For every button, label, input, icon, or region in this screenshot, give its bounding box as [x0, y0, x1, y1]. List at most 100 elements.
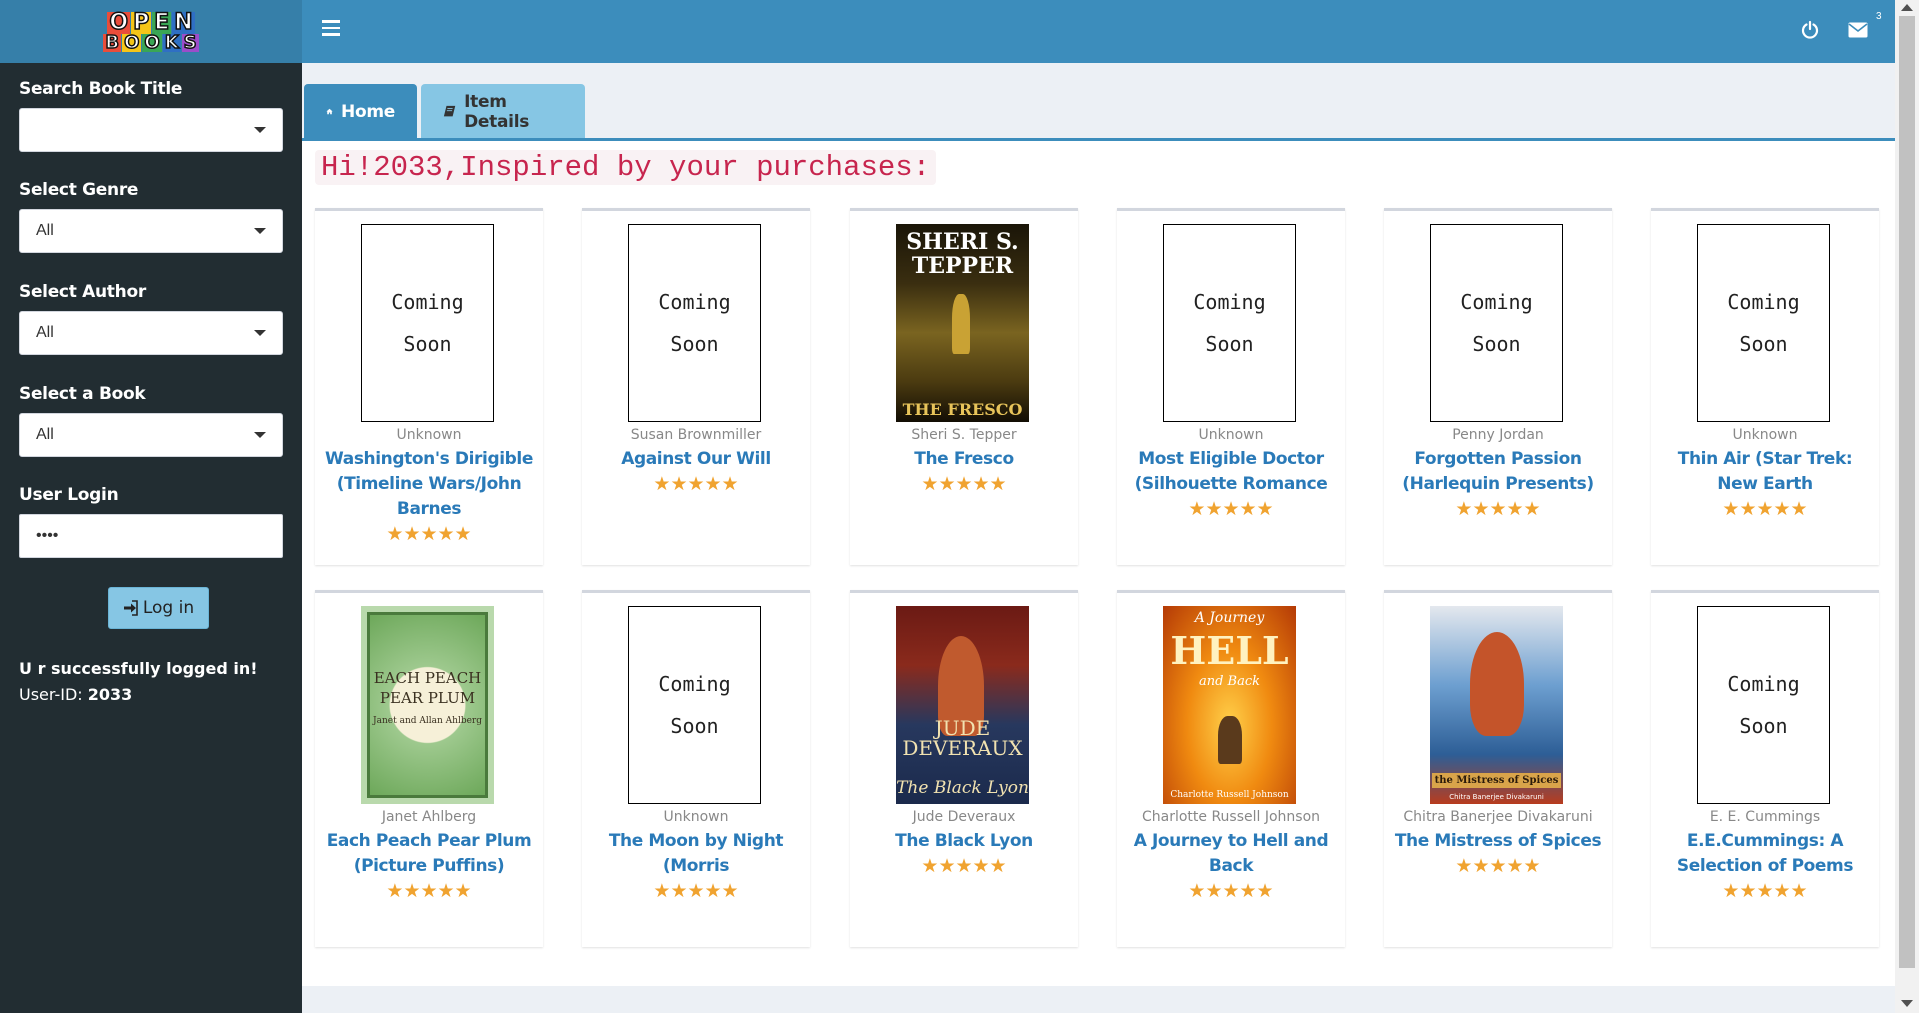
tab-bar: Home Item Details [304, 84, 585, 139]
cover-text: SHERI S. [906, 229, 1019, 255]
star-rating: ★★★★★ [1188, 880, 1274, 902]
book-author: Charlotte Russell Johnson [1141, 809, 1321, 825]
logo-bar: O P E N B O O K S [0, 0, 302, 63]
hamburger-icon[interactable] [322, 20, 340, 36]
logo-letter: O [122, 31, 142, 53]
book-title-link[interactable]: Against Our Will ★★★★★ [590, 447, 802, 497]
logo-letter: K [162, 31, 181, 53]
power-icon[interactable] [1800, 20, 1820, 40]
book-author: Unknown [1732, 427, 1798, 443]
home-icon [326, 108, 333, 115]
user-login-input[interactable] [19, 514, 283, 558]
search-book-title-select[interactable] [19, 108, 283, 152]
coming-soon-line: Soon [670, 332, 719, 356]
book-title-link[interactable]: The Mistress of Spices ★★★★★ [1392, 829, 1604, 879]
book-title-link[interactable]: Thin Air (Star Trek: New Earth ★★★★★ [1659, 447, 1871, 522]
select-book-label: Select a Book [19, 384, 146, 404]
book-card[interactable]: Coming Soon Unknown The Moon by Night (M… [582, 590, 810, 947]
book-title-link[interactable]: E.E.Cummings: A Selection of Poems ★★★★★ [1659, 829, 1871, 904]
coming-soon-cover: Coming Soon [628, 224, 761, 422]
book-title: The Moon by Night (Morris [608, 831, 784, 876]
logo-letter: P [131, 9, 152, 35]
logo-letter: N [172, 9, 195, 35]
book-title-link[interactable]: Each Peach Pear Plum (Picture Puffins) ★★… [323, 829, 535, 904]
select-author-value: All [36, 324, 54, 341]
scroll-up-arrow-icon[interactable] [1901, 4, 1913, 11]
book-author: E. E. Cummings [1709, 809, 1821, 825]
book-title: Each Peach Pear Plum (Picture Puffins) [326, 831, 532, 876]
log-in-label: Log in [142, 598, 195, 618]
coming-soon-line: Coming [658, 290, 731, 314]
select-genre-select[interactable]: All [19, 209, 283, 253]
logo-letter: O [107, 9, 131, 35]
cover-text: HELL [1170, 628, 1289, 673]
main-content: Home Item Details Hi!2033,Inspired by yo… [302, 63, 1895, 1013]
book-cover-image: the Mistress of Spices Chitra Banerjee D… [1430, 606, 1563, 804]
select-author-select[interactable]: All [19, 311, 283, 355]
book-card[interactable]: Coming Soon Penny Jordan Forgotten Passi… [1384, 208, 1612, 565]
cover-text: PEAR PLUM [379, 689, 476, 707]
sign-in-icon [123, 600, 138, 616]
book-title: Against Our Will [621, 449, 771, 469]
scroll-down-arrow-icon[interactable] [1901, 1000, 1913, 1007]
star-rating: ★★★★★ [1455, 855, 1541, 877]
logo-letter: B [103, 31, 122, 53]
book-title-link[interactable]: Washington's Dirigible (Timeline Wars/Jo… [323, 447, 535, 547]
scrollbar-thumb[interactable] [1899, 16, 1915, 968]
coming-soon-line: Soon [1739, 714, 1788, 738]
greeting-text: Hi!2033,Inspired by your purchases: [315, 150, 937, 185]
user-login-label: User Login [19, 485, 119, 505]
cover-figure [1470, 632, 1524, 736]
book-title: The Fresco [914, 449, 1014, 469]
book-title-link[interactable]: The Moon by Night (Morris ★★★★★ [590, 829, 802, 904]
book-card[interactable]: Coming Soon Unknown Thin Air (Star Trek:… [1651, 208, 1879, 565]
book-title: The Black Lyon [895, 831, 1033, 851]
book-title: Thin Air (Star Trek: New Earth [1677, 449, 1853, 494]
logo-letter: S [181, 31, 199, 53]
book-author: Unknown [396, 427, 462, 443]
open-books-logo[interactable]: O P E N B O O K S [71, 7, 231, 57]
book-title-link[interactable]: Forgotten Passion (Harlequin Presents) ★★… [1392, 447, 1604, 522]
coming-soon-line: Soon [1472, 332, 1521, 356]
cover-text: Charlotte Russell Johnson [1170, 790, 1289, 800]
book-title-link[interactable]: Most Eligible Doctor (Silhouette Romance… [1125, 447, 1337, 522]
select-book-select[interactable]: All [19, 413, 283, 457]
book-author: Janet Ahlberg [381, 809, 477, 825]
book-title-link[interactable]: A Journey to Hell and Back ★★★★★ [1125, 829, 1337, 904]
book-title: Forgotten Passion (Harlequin Presents) [1402, 449, 1594, 494]
log-in-button[interactable]: Log in [108, 587, 209, 629]
user-id-text: User-ID: 2033 [19, 685, 283, 704]
book-card[interactable]: A Journey HELL and Back Charlotte Russel… [1117, 590, 1345, 947]
user-id-prefix: User-ID: [19, 685, 88, 704]
star-rating: ★★★★★ [1722, 880, 1808, 902]
cover-text: The Black Lyon [896, 778, 1029, 798]
cover-text: TEPPER [911, 253, 1014, 279]
tab-home[interactable]: Home [304, 84, 417, 139]
book-title: Washington's Dirigible (Timeline Wars/Jo… [325, 449, 533, 519]
book-card[interactable]: Coming Soon Susan Brownmiller Against Ou… [582, 208, 810, 565]
caret-down-icon [254, 127, 266, 133]
cover-text: the Mistress of Spices [1432, 773, 1561, 788]
book-card[interactable]: the Mistress of Spices Chitra Banerjee D… [1384, 590, 1612, 947]
tab-item-details[interactable]: Item Details [421, 84, 585, 139]
book-author: Penny Jordan [1452, 427, 1544, 443]
book-card[interactable]: EACH PEACH PEAR PLUM Janet and Allan Ahl… [315, 590, 543, 947]
coming-soon-line: Soon [1205, 332, 1254, 356]
tab-home-label: Home [341, 101, 395, 122]
book-author: Jude Deveraux [912, 809, 1016, 825]
cover-text: and Back [1198, 674, 1261, 689]
book-card[interactable]: JUDE DEVERAUX The Black Lyon Jude Devera… [850, 590, 1078, 947]
top-navbar: 3 [302, 0, 1895, 63]
book-card[interactable]: Coming Soon Unknown Washington's Dirigib… [315, 208, 543, 565]
star-rating: ★★★★★ [1722, 498, 1808, 520]
coming-soon-line: Soon [1739, 332, 1788, 356]
book-card[interactable]: Coming Soon Unknown Most Eligible Doctor… [1117, 208, 1345, 565]
vertical-scrollbar[interactable] [1895, 0, 1919, 1013]
coming-soon-line: Coming [1727, 290, 1800, 314]
book-title-link[interactable]: The Fresco ★★★★★ [858, 447, 1070, 497]
book-card[interactable]: SHERI S. TEPPER THE FRESCO Sheri S. Tepp… [850, 208, 1078, 565]
envelope-icon[interactable] [1848, 22, 1868, 38]
book-title-link[interactable]: The Black Lyon ★★★★★ [858, 829, 1070, 879]
cover-text: Janet and Allan Ahlberg [373, 716, 482, 726]
book-card[interactable]: Coming Soon E. E. Cummings E.E.Cummings:… [1651, 590, 1879, 947]
